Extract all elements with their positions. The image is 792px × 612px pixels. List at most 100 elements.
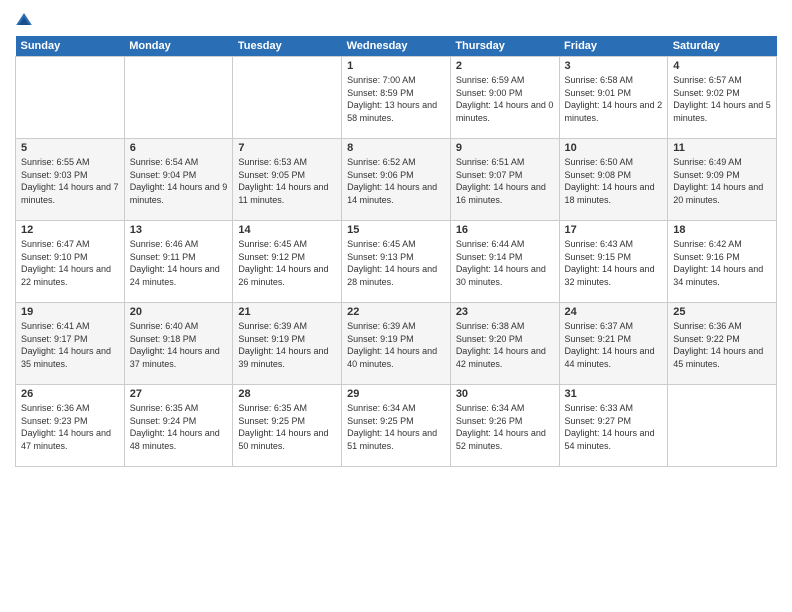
calendar-day-16: 16 Sunrise: 6:44 AMSunset: 9:14 PMDayligh… [450,221,559,303]
date-number: 25 [673,306,771,318]
logo [15,10,37,28]
cell-info: Sunrise: 6:37 AMSunset: 9:21 PMDaylight:… [565,320,663,370]
date-number: 10 [565,142,663,154]
cell-info: Sunrise: 6:34 AMSunset: 9:25 PMDaylight:… [347,402,445,452]
calendar-day-24: 24 Sunrise: 6:37 AMSunset: 9:21 PMDayligh… [559,303,668,385]
cell-info: Sunrise: 6:53 AMSunset: 9:05 PMDaylight:… [238,156,336,206]
cell-info: Sunrise: 6:44 AMSunset: 9:14 PMDaylight:… [456,238,554,288]
calendar-day-13: 13Sunrise: 6:46 AMSunset: 9:11 PMDayligh… [124,221,233,303]
cell-info: Sunrise: 6:47 AMSunset: 9:10 PMDaylight:… [21,238,119,288]
calendar-day-empty [233,57,342,139]
day-header-wednesday: Wednesday [342,36,451,57]
calendar-day-18: 18 Sunrise: 6:42 AMSunset: 9:16 PMDayligh… [668,221,777,303]
day-header-friday: Friday [559,36,668,57]
cell-info: Sunrise: 6:39 AMSunset: 9:19 PMDaylight:… [238,320,336,370]
date-number: 31 [565,388,663,400]
date-number: 15 [347,224,445,236]
calendar-week-2: 5 Sunrise: 6:55 AMSunset: 9:03 PMDaylight… [16,139,777,221]
calendar-week-3: 12 Sunrise: 6:47 AMSunset: 9:10 PMDayligh… [16,221,777,303]
date-number: 19 [21,306,119,318]
cell-info: Sunrise: 6:39 AMSunset: 9:19 PMDaylight:… [347,320,445,370]
calendar-day-empty [16,57,125,139]
day-header-tuesday: Tuesday [233,36,342,57]
calendar-day-14: 14Sunrise: 6:45 AMSunset: 9:12 PMDayligh… [233,221,342,303]
day-header-monday: Monday [124,36,233,57]
cell-info: Sunrise: 6:33 AMSunset: 9:27 PMDaylight:… [565,402,663,452]
cell-info: Sunrise: 6:43 AMSunset: 9:15 PMDaylight:… [565,238,663,288]
date-number: 9 [456,142,554,154]
date-number: 22 [347,306,445,318]
calendar-day-20: 20Sunrise: 6:40 AMSunset: 9:18 PMDayligh… [124,303,233,385]
calendar-day-10: 10 Sunrise: 6:50 AMSunset: 9:08 PMDayligh… [559,139,668,221]
calendar-day-8: 8 Sunrise: 6:52 AMSunset: 9:06 PMDaylight… [342,139,451,221]
calendar-day-31: 31 Sunrise: 6:33 AMSunset: 9:27 PMDayligh… [559,385,668,467]
calendar-day-29: 29 Sunrise: 6:34 AMSunset: 9:25 PMDayligh… [342,385,451,467]
calendar-day-6: 6Sunrise: 6:54 AMSunset: 9:04 PMDaylight… [124,139,233,221]
calendar-day-3: 3 Sunrise: 6:58 AMSunset: 9:01 PMDaylight… [559,57,668,139]
cell-info: Sunrise: 6:49 AMSunset: 9:09 PMDaylight:… [673,156,771,206]
calendar-day-empty [124,57,233,139]
date-number: 4 [673,60,771,72]
date-number: 23 [456,306,554,318]
calendar-day-27: 27 Sunrise: 6:35 AMSunset: 9:24 PMDayligh… [124,385,233,467]
calendar-day-23: 23 Sunrise: 6:38 AMSunset: 9:20 PMDayligh… [450,303,559,385]
cell-info: Sunrise: 6:51 AMSunset: 9:07 PMDaylight:… [456,156,554,206]
day-header-sunday: Sunday [16,36,125,57]
calendar-day-28: 28Sunrise: 6:35 AMSunset: 9:25 PMDayligh… [233,385,342,467]
date-number: 12 [21,224,119,236]
calendar-day-30: 30 Sunrise: 6:34 AMSunset: 9:26 PMDayligh… [450,385,559,467]
date-number: 17 [565,224,663,236]
date-number: 20 [130,306,228,318]
date-number: 29 [347,388,445,400]
calendar-week-1: 1Sunrise: 7:00 AMSunset: 8:59 PMDaylight… [16,57,777,139]
calendar-day-25: 25Sunrise: 6:36 AMSunset: 9:22 PMDayligh… [668,303,777,385]
date-number: 26 [21,388,119,400]
calendar-week-5: 26 Sunrise: 6:36 AMSunset: 9:23 PMDayligh… [16,385,777,467]
date-number: 8 [347,142,445,154]
calendar-table: SundayMondayTuesdayWednesdayThursdayFrid… [15,36,777,467]
calendar-day-empty [668,385,777,467]
cell-info: Sunrise: 6:42 AMSunset: 9:16 PMDaylight:… [673,238,771,288]
cell-info: Sunrise: 6:52 AMSunset: 9:06 PMDaylight:… [347,156,445,206]
cell-info: Sunrise: 6:54 AMSunset: 9:04 PMDaylight:… [130,156,228,206]
cell-info: Sunrise: 6:41 AMSunset: 9:17 PMDaylight:… [21,320,119,370]
cell-info: Sunrise: 6:34 AMSunset: 9:26 PMDaylight:… [456,402,554,452]
date-number: 1 [347,60,445,72]
cell-info: Sunrise: 6:38 AMSunset: 9:20 PMDaylight:… [456,320,554,370]
calendar-day-5: 5 Sunrise: 6:55 AMSunset: 9:03 PMDaylight… [16,139,125,221]
date-number: 16 [456,224,554,236]
cell-info: Sunrise: 6:46 AMSunset: 9:11 PMDaylight:… [130,238,228,288]
day-header-saturday: Saturday [668,36,777,57]
day-header-thursday: Thursday [450,36,559,57]
cell-info: Sunrise: 6:57 AMSunset: 9:02 PMDaylight:… [673,74,771,124]
date-number: 3 [565,60,663,72]
date-number: 7 [238,142,336,154]
calendar-day-15: 15Sunrise: 6:45 AMSunset: 9:13 PMDayligh… [342,221,451,303]
date-number: 27 [130,388,228,400]
calendar-day-19: 19 Sunrise: 6:41 AMSunset: 9:17 PMDayligh… [16,303,125,385]
day-header-row: SundayMondayTuesdayWednesdayThursdayFrid… [16,36,777,57]
calendar-day-21: 21 Sunrise: 6:39 AMSunset: 9:19 PMDayligh… [233,303,342,385]
date-number: 2 [456,60,554,72]
page: SundayMondayTuesdayWednesdayThursdayFrid… [0,0,792,612]
cell-info: Sunrise: 6:58 AMSunset: 9:01 PMDaylight:… [565,74,663,124]
date-number: 21 [238,306,336,318]
cell-info: Sunrise: 6:45 AMSunset: 9:12 PMDaylight:… [238,238,336,288]
calendar-day-22: 22 Sunrise: 6:39 AMSunset: 9:19 PMDayligh… [342,303,451,385]
date-number: 30 [456,388,554,400]
cell-info: Sunrise: 6:35 AMSunset: 9:25 PMDaylight:… [238,402,336,452]
cell-info: Sunrise: 6:50 AMSunset: 9:08 PMDaylight:… [565,156,663,206]
cell-info: Sunrise: 6:35 AMSunset: 9:24 PMDaylight:… [130,402,228,452]
date-number: 18 [673,224,771,236]
calendar-day-12: 12 Sunrise: 6:47 AMSunset: 9:10 PMDayligh… [16,221,125,303]
logo-icon [15,10,33,28]
cell-info: Sunrise: 6:55 AMSunset: 9:03 PMDaylight:… [21,156,119,206]
date-number: 5 [21,142,119,154]
calendar-day-26: 26 Sunrise: 6:36 AMSunset: 9:23 PMDayligh… [16,385,125,467]
calendar-week-4: 19 Sunrise: 6:41 AMSunset: 9:17 PMDayligh… [16,303,777,385]
calendar-day-4: 4 Sunrise: 6:57 AMSunset: 9:02 PMDaylight… [668,57,777,139]
cell-info: Sunrise: 6:36 AMSunset: 9:23 PMDaylight:… [21,402,119,452]
calendar-day-2: 2Sunrise: 6:59 AMSunset: 9:00 PMDaylight… [450,57,559,139]
date-number: 24 [565,306,663,318]
calendar-day-1: 1Sunrise: 7:00 AMSunset: 8:59 PMDaylight… [342,57,451,139]
